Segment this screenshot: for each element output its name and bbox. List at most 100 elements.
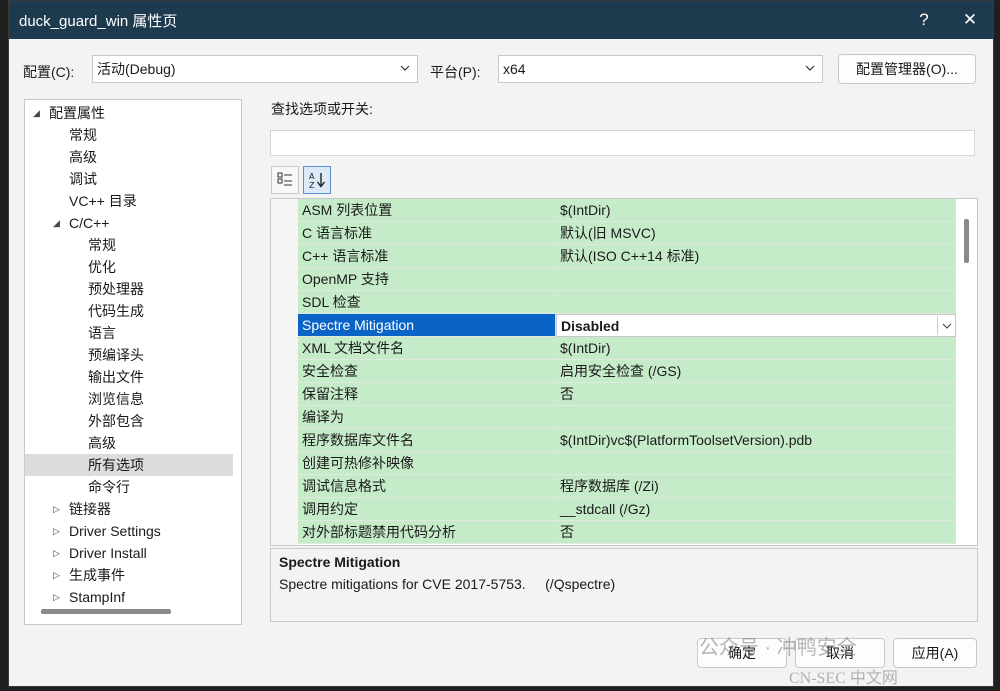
tree-item-label: 调试 [69,171,97,187]
apply-button[interactable]: 应用(A) [893,638,977,668]
tree-item[interactable]: ▷ Driver Install [25,542,233,564]
svg-text:Z: Z [309,181,315,190]
tree-item[interactable]: 高级 [25,146,233,168]
property-name: OpenMP 支持 [298,268,556,291]
grid-scrollbar[interactable] [964,219,969,263]
close-button[interactable]: ✕ [947,1,993,39]
tree-item-label: C/C++ [69,215,110,231]
tree-item[interactable]: 调试 [25,168,233,190]
property-row[interactable]: 创建可热修补映像 [298,452,956,475]
property-grid: ASM 列表位置 $(IntDir) C 语言标准 默认(旧 MSVC) C++ 语言标… [270,198,978,546]
expander-icon[interactable]: ▷ [53,542,65,564]
tree-item[interactable]: 外部包含 [25,410,233,432]
tree-item-label: 优化 [88,259,116,275]
expander-icon[interactable]: ▷ [53,586,65,608]
property-name: 保留注释 [298,383,556,406]
property-value-text: Disabled [561,318,620,334]
expander-icon[interactable]: ◢ [33,102,45,124]
tree-item-label: 生成事件 [69,567,125,583]
tree-item[interactable]: 预处理器 [25,278,233,300]
property-value: 启用安全检查 (/GS) [556,360,956,383]
search-input[interactable] [270,130,975,156]
tree-item[interactable]: 语言 [25,322,233,344]
property-name: 安全检查 [298,360,556,383]
tree-item[interactable]: 浏览信息 [25,388,233,410]
tree-item[interactable]: 输出文件 [25,366,233,388]
property-name: XML 文档文件名 [298,337,556,360]
expander-icon[interactable]: ▷ [53,564,65,586]
tree-item[interactable]: 优化 [25,256,233,278]
property-value [556,406,956,429]
tree-horizontal-scrollbar[interactable] [41,609,171,614]
category-tree: ◢ 配置属性 常规 高级 调试 VC++ 目录 ◢ C/C++ 常规 优化 预处理器 代码生成 语言 预编… [24,99,242,625]
config-select[interactable]: 活动(Debug) [92,55,418,83]
property-value-text: 否 [560,524,574,540]
tree-item-label: 代码生成 [88,303,144,319]
expander-icon[interactable]: ▷ [53,520,65,542]
tree-item[interactable]: 常规 [25,124,233,146]
tree-item-label: 浏览信息 [88,391,144,407]
tree-item[interactable]: ▷ 链接器 [25,498,233,520]
watermark-site: CN-SEC 中文网 [789,670,898,687]
property-row[interactable]: 调试信息格式 程序数据库 (/Zi) [298,475,956,498]
config-manager-button[interactable]: 配置管理器(O)... [838,54,976,84]
property-row[interactable]: C 语言标准 默认(旧 MSVC) [298,222,956,245]
tree-item[interactable]: 常规 [25,234,233,256]
expander-icon[interactable]: ◢ [53,212,65,234]
tree-item-label: 外部包含 [88,413,144,429]
categorized-icon [277,172,292,186]
categorized-view-button[interactable] [271,166,299,194]
tree-item[interactable]: 所有选项 [25,454,233,476]
tree-item[interactable]: ◢ 配置属性 [25,102,233,124]
property-row[interactable]: 安全检查 启用安全检查 (/GS) [298,360,956,383]
property-value [556,452,956,475]
help-button[interactable]: ? [901,1,947,39]
property-pages-window: duck_guard_win 属性页 ? ✕ 配置(C): 活动(Debug) … [8,0,994,687]
property-value-text: 否 [560,386,574,402]
property-value: $(IntDir) [556,337,956,360]
tree-item-label: 高级 [69,149,97,165]
property-row[interactable]: 调用约定 __stdcall (/Gz) [298,498,956,521]
property-name: C 语言标准 [298,222,556,245]
chevron-down-icon [805,65,815,71]
tree-item[interactable]: ▷ 生成事件 [25,564,233,586]
tree-item-label: 语言 [88,325,116,341]
property-row[interactable]: 编译为 [298,406,956,429]
property-name: 编译为 [298,406,556,429]
tree-item[interactable]: 预编译头 [25,344,233,366]
property-value-text: $(IntDir) [560,202,611,218]
property-row[interactable]: 对外部标题禁用代码分析否 [298,521,956,544]
tree-item-label: 常规 [88,237,116,253]
tree-item[interactable]: 代码生成 [25,300,233,322]
tree-item-label: 输出文件 [88,369,144,385]
property-row[interactable]: SDL 检查 [298,291,956,314]
property-row[interactable]: OpenMP 支持 [298,268,956,291]
property-value-select[interactable]: Disabled [556,314,956,337]
description-text: Spectre mitigations for CVE 2017-5753. (… [279,576,616,592]
property-row[interactable]: C++ 语言标准 默认(ISO C++14 标准) [298,245,956,268]
tree-item[interactable]: VC++ 目录 [25,190,233,212]
tree-item-label: Driver Settings [69,523,161,539]
property-row[interactable]: Spectre Mitigation Disabled [298,314,956,337]
expander-icon[interactable]: ▷ [53,498,65,520]
property-row[interactable]: 保留注释否 [298,383,956,406]
tree-item[interactable]: ◢ C/C++ [25,212,233,234]
property-value [556,268,956,291]
tree-item[interactable]: ▷ Driver Settings [25,520,233,542]
tree-item[interactable]: 命令行 [25,476,233,498]
property-row[interactable]: ASM 列表位置 $(IntDir) [298,199,956,222]
property-row[interactable]: XML 文档文件名 $(IntDir) [298,337,956,360]
property-value [556,291,956,314]
window-title: duck_guard_win 属性页 [19,12,178,30]
tree-item-label: 高级 [88,435,116,451]
tree-item[interactable]: ▷ StampInf [25,586,233,608]
property-value-text: $(IntDir) [560,340,611,356]
sort-az-button[interactable]: A Z [303,166,331,194]
description-panel: Spectre Mitigation Spectre mitigations f… [270,548,978,622]
chevron-down-icon[interactable] [937,316,955,335]
tree-item[interactable]: 高级 [25,432,233,454]
platform-select[interactable]: x64 [498,55,823,83]
property-row[interactable]: 程序数据库文件名 $(IntDir)vc$(PlatformToolsetVers… [298,429,956,452]
property-name: C++ 语言标准 [298,245,556,268]
property-name: SDL 检查 [298,291,556,314]
